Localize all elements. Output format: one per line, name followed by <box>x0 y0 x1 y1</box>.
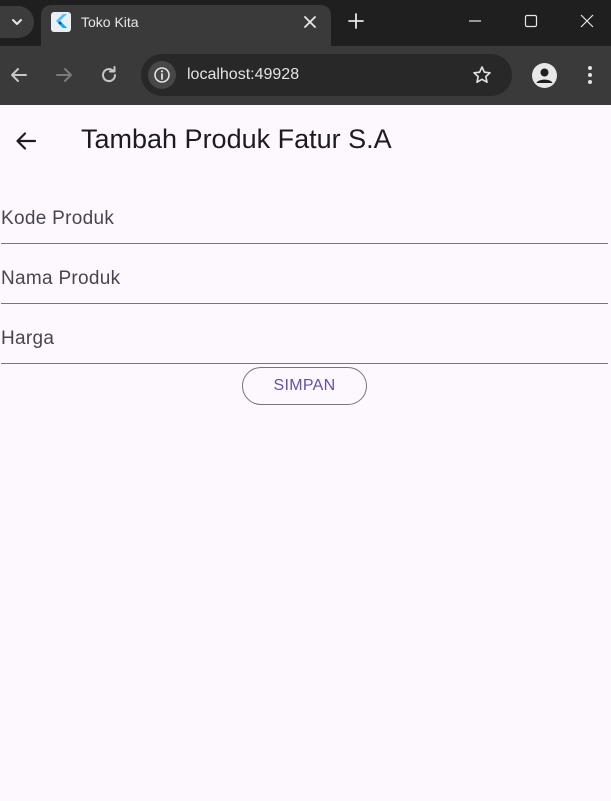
tab-search-button[interactable] <box>0 6 34 38</box>
kode-produk-input[interactable] <box>1 184 608 243</box>
appbar-back-button[interactable] <box>12 127 40 155</box>
browser-back-button[interactable] <box>7 63 31 87</box>
window-close-button[interactable] <box>576 10 598 32</box>
more-vert-icon <box>588 66 592 84</box>
reload-icon <box>102 66 117 83</box>
tab-close-button[interactable] <box>299 11 321 33</box>
tab-title: Toko Kita <box>81 14 139 30</box>
site-info-button[interactable] <box>148 61 176 89</box>
new-tab-button[interactable] <box>345 10 367 32</box>
url-text: localhost:49928 <box>187 66 300 83</box>
info-icon <box>154 67 170 83</box>
close-icon <box>304 16 316 28</box>
browser-forward-button[interactable] <box>52 63 76 87</box>
maximize-button[interactable] <box>520 10 542 32</box>
bookmark-button[interactable] <box>471 64 493 86</box>
page-title: Tambah Produk Fatur S.A <box>81 124 392 154</box>
browser-tabstrip: Toko Kita <box>0 0 611 46</box>
nama-produk-field <box>1 244 608 304</box>
arrow-right-icon <box>56 68 72 82</box>
chevron-down-icon <box>12 19 22 25</box>
address-bar[interactable]: localhost:49928 <box>141 54 512 96</box>
browser-tab[interactable]: Toko Kita <box>41 5 331 46</box>
browser-menu-button[interactable] <box>579 63 601 87</box>
plus-icon <box>348 13 364 29</box>
save-button[interactable]: SIMPAN <box>242 367 367 405</box>
close-icon <box>580 14 594 28</box>
minimize-icon <box>469 20 481 22</box>
browser-toolbar: localhost:49928 <box>0 46 611 105</box>
person-icon <box>536 68 553 83</box>
minimize-button[interactable] <box>464 10 486 32</box>
maximize-icon <box>524 14 538 28</box>
flutter-logo-icon <box>51 12 71 32</box>
browser-reload-button[interactable] <box>97 63 121 87</box>
profile-button[interactable] <box>532 63 557 88</box>
nama-produk-input[interactable] <box>1 244 608 303</box>
star-icon <box>473 66 491 83</box>
app-page: Tambah Produk Fatur S.A SIMPAN <box>0 105 611 801</box>
kode-produk-field <box>1 184 608 244</box>
harga-input[interactable] <box>1 304 608 363</box>
arrow-left-icon <box>11 68 27 82</box>
arrow-left-icon <box>16 132 37 150</box>
harga-field <box>1 304 608 364</box>
